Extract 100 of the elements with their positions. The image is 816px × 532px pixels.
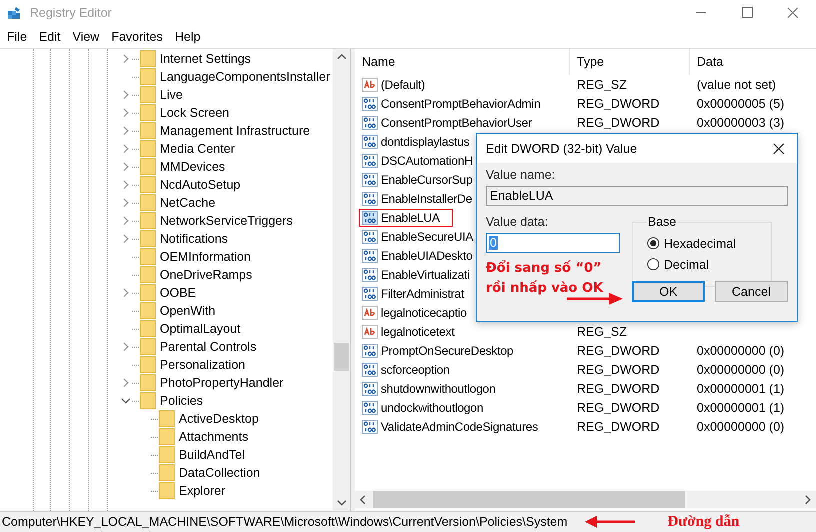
folder-icon	[140, 194, 156, 212]
tree-item[interactable]: ActiveDesktop	[179, 412, 259, 426]
table-cell: REG_DWORD	[577, 96, 660, 110]
folder-icon	[140, 122, 156, 140]
binary-value-icon	[362, 96, 378, 112]
value-name[interactable]: shutdownwithoutlogon	[359, 380, 565, 398]
tree-item[interactable]: Media Center	[160, 142, 236, 156]
close-icon[interactable]	[773, 142, 785, 154]
annotation-text: rồi nhấp vào OK	[486, 280, 604, 298]
menu-item[interactable]: Edit	[34, 30, 68, 44]
binary-value-icon	[362, 152, 378, 168]
binary-value-icon	[362, 380, 378, 396]
value-name[interactable]: scforceoption	[359, 360, 565, 378]
tree-item[interactable]: OptimalLayout	[160, 322, 241, 336]
table-cell: REG_DWORD	[577, 420, 660, 434]
tree-item[interactable]: OOBE	[160, 286, 196, 300]
expand-chevron-icon[interactable]	[121, 288, 131, 298]
table-cell: REG_SZ	[577, 78, 628, 92]
folder-icon	[159, 464, 175, 482]
tree-item[interactable]: Attachments	[179, 430, 248, 444]
table-cell: 0x00000000 (0)	[697, 420, 785, 434]
cancel-button[interactable]: Cancel	[715, 281, 788, 302]
expand-chevron-icon[interactable]	[121, 108, 131, 118]
scrollbar-thumb[interactable]	[334, 343, 349, 371]
menu-item[interactable]: Help	[170, 30, 208, 44]
tree-item[interactable]: MMDevices	[160, 160, 226, 174]
menu-item[interactable]: File	[2, 30, 34, 44]
expand-chevron-icon[interactable]	[121, 216, 131, 226]
value-name[interactable]: (Default)	[359, 76, 565, 94]
value-name[interactable]: undockwithoutlogon	[359, 398, 565, 416]
expand-chevron-icon[interactable]	[121, 234, 131, 244]
expand-chevron-icon[interactable]	[121, 180, 131, 190]
scrollbar-thumb[interactable]	[373, 491, 685, 508]
binary-value-icon	[362, 362, 378, 378]
selected-value-name[interactable]: EnableLUA	[359, 208, 453, 226]
expand-chevron-icon[interactable]	[121, 144, 131, 154]
tree-item[interactable]: Lock Screen	[160, 106, 230, 120]
column-header[interactable]: Data	[690, 49, 816, 75]
field-label: Value data:	[486, 215, 550, 229]
tree-item[interactable]: Management Infrastructure	[160, 124, 310, 138]
app-icon	[7, 5, 23, 21]
binary-value-icon	[362, 418, 378, 434]
menu-item[interactable]: Favorites	[106, 30, 170, 44]
group-label: Base	[647, 215, 678, 229]
tree-item[interactable]: Internet Settings	[160, 52, 252, 66]
tree-item[interactable]: Live	[160, 88, 183, 102]
folder-icon	[140, 374, 156, 392]
tree-item[interactable]: Notifications	[160, 232, 228, 246]
value-name[interactable]: legalnoticecaptio	[359, 304, 565, 322]
tree-item[interactable]: OpenWith	[160, 304, 216, 318]
binary-value-icon	[362, 400, 378, 416]
tree-item[interactable]: NcdAutoSetup	[160, 178, 241, 192]
table-cell: REG_DWORD	[577, 362, 660, 376]
folder-icon	[140, 212, 156, 230]
annotation-text: Đường dẫn	[668, 514, 740, 530]
tree-item[interactable]: Parental Controls	[160, 340, 257, 354]
expand-chevron-icon[interactable]	[121, 378, 131, 388]
folder-icon	[140, 104, 156, 122]
radio-button[interactable]	[647, 237, 660, 250]
collapse-chevron-icon[interactable]	[121, 396, 131, 406]
value-name[interactable]: PromptOnSecureDesktop	[359, 342, 565, 360]
expand-chevron-icon[interactable]	[121, 54, 131, 64]
column-header[interactable]: Type	[570, 49, 690, 75]
tree-item[interactable]: LanguageComponentsInstaller	[160, 70, 330, 84]
value-name[interactable]: ValidateAdminCodeSignatures	[359, 418, 565, 436]
binary-value-icon	[362, 342, 378, 358]
value-name[interactable]: ConsentPromptBehaviorUser	[359, 114, 565, 132]
expand-chevron-icon[interactable]	[121, 198, 131, 208]
tree-item[interactable]: DataCollection	[179, 466, 260, 480]
folder-icon	[140, 158, 156, 176]
folder-icon	[140, 266, 156, 284]
radio-button[interactable]	[647, 258, 660, 271]
folder-icon	[140, 392, 156, 410]
tree-item[interactable]: BuildAndTel	[179, 448, 246, 462]
tree-item[interactable]: Explorer	[179, 484, 226, 498]
column-header[interactable]: Name	[355, 49, 570, 75]
radio-label[interactable]: Decimal	[664, 258, 710, 272]
tree-item[interactable]: OneDriveRamps	[160, 268, 252, 282]
tree-item[interactable]: Policies	[160, 394, 204, 408]
value-name-field[interactable]: EnableLUA	[486, 186, 788, 206]
tree-item[interactable]: NetworkServiceTriggers	[160, 214, 293, 228]
expand-chevron-icon[interactable]	[121, 126, 131, 136]
tree-item[interactable]: OEMInformation	[160, 250, 252, 264]
tree-item[interactable]: PhotoPropertyHandler	[160, 376, 284, 390]
expand-chevron-icon[interactable]	[121, 162, 131, 172]
ok-button[interactable]: OK	[632, 281, 705, 302]
folder-icon	[140, 140, 156, 158]
table-cell: (value not set)	[697, 78, 776, 92]
value-name[interactable]: ConsentPromptBehaviorAdmin	[359, 94, 565, 112]
expand-chevron-icon[interactable]	[121, 342, 131, 352]
menu-item[interactable]: View	[68, 30, 107, 44]
radio-label[interactable]: Hexadecimal	[664, 236, 736, 250]
binary-value-icon	[362, 172, 378, 188]
binary-value-icon	[362, 286, 378, 302]
folder-icon	[140, 68, 156, 86]
tree-item[interactable]: NetCache	[160, 196, 216, 210]
annotation-text: Đổi sang số “0”	[486, 259, 603, 278]
tree-item[interactable]: Personalization	[160, 358, 246, 372]
value-name[interactable]: legalnoticetext	[359, 322, 565, 340]
expand-chevron-icon[interactable]	[121, 90, 131, 100]
